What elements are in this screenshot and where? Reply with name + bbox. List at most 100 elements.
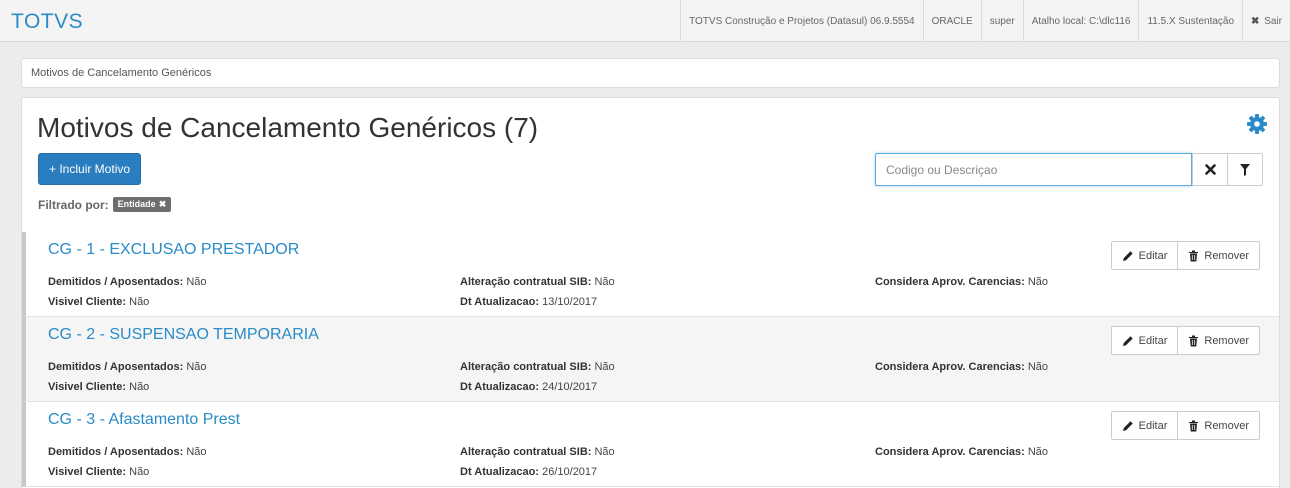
field-considera: Considera Aprov. Carencias: Não [875, 276, 1048, 288]
field-label: Visivel Cliente: [48, 466, 127, 478]
record-actions: Editar Remover [1110, 411, 1260, 440]
field-value: Não [186, 276, 207, 288]
field-value: Não [129, 296, 150, 308]
field-label: Demitidos / Aposentados: [48, 276, 184, 288]
field-label: Demitidos / Aposentados: [48, 446, 184, 458]
field-value: 26/10/2017 [542, 466, 598, 478]
breadcrumb: Motivos de Cancelamento Genéricos [21, 58, 1280, 88]
version-info[interactable]: 11.5.X Sustentação [1138, 0, 1242, 42]
remove-label: Remover [1204, 334, 1249, 347]
edit-label: Editar [1138, 334, 1168, 347]
field-value: 24/10/2017 [542, 381, 598, 393]
filter-icon [1240, 163, 1250, 176]
record-title[interactable]: CG - 3 - Afastamento Prest [48, 411, 240, 429]
remove-label: Remover [1204, 249, 1249, 262]
field-label: Considera Aprov. Carencias: [875, 276, 1025, 288]
filter-tag-label: Entidade [117, 199, 156, 209]
field-considera: Considera Aprov. Carencias: Não [875, 361, 1048, 373]
pencil-icon [1122, 335, 1133, 346]
field-value: Não [186, 446, 207, 458]
remove-filter-icon[interactable]: ✖ [159, 199, 167, 209]
brand-logo[interactable]: TOTVS [11, 10, 83, 34]
field-value: Não [186, 361, 207, 373]
field-dt-atualizacao: Dt Atualizacao: 24/10/2017 [460, 381, 597, 393]
edit-button[interactable]: Editar [1110, 241, 1179, 270]
field-value: Não [594, 276, 615, 288]
page-title: Motivos de Cancelamento Genéricos (7) [37, 112, 539, 143]
user-info[interactable]: super [980, 0, 1023, 42]
main-panel: Motivos de Cancelamento Genéricos (7) + … [21, 97, 1280, 488]
field-visivel: Visivel Cliente: Não [48, 466, 149, 478]
clear-search-button[interactable] [1192, 153, 1228, 186]
field-value: Não [1027, 446, 1049, 458]
field-label: Alteração contratual SIB: [460, 446, 592, 458]
field-value: 13/10/2017 [542, 296, 598, 308]
field-label: Considera Aprov. Carencias: [875, 446, 1025, 458]
company-info[interactable]: TOTVS Construção e Projetos (Datasul) 06… [680, 0, 922, 42]
database-info[interactable]: ORACLE [922, 0, 981, 42]
edit-label: Editar [1138, 419, 1168, 432]
add-reason-button[interactable]: + Incluir Motivo [38, 153, 142, 185]
field-value: Não [1027, 361, 1049, 373]
field-alteracao: Alteração contratual SIB: Não [460, 361, 615, 373]
list-item: CG - 3 - Afastamento Prest Demitidos / A… [22, 402, 1279, 487]
field-label: Visivel Cliente: [48, 296, 127, 308]
field-dt-atualizacao: Dt Atualizacao: 26/10/2017 [460, 466, 597, 478]
pencil-icon [1122, 420, 1133, 431]
trash-icon [1189, 335, 1199, 346]
field-value: Não [129, 466, 150, 478]
filter-label: Filtrado por: [38, 197, 109, 212]
logout-label: Sair [1264, 16, 1282, 27]
record-actions: Editar Remover [1110, 326, 1260, 355]
records-list: CG - 1 - EXCLUSAO PRESTADOR Demitidos / … [22, 232, 1279, 487]
field-alteracao: Alteração contratual SIB: Não [460, 276, 615, 288]
close-icon: ✖ [1251, 16, 1260, 27]
field-demitidos: Demitidos / Aposentados: Não [48, 276, 207, 288]
field-value: Não [1027, 276, 1049, 288]
active-filters: Filtrado por: Entidade ✖ [38, 197, 172, 212]
field-value: Não [129, 381, 150, 393]
trash-icon [1189, 250, 1199, 261]
list-item: CG - 2 - SUSPENSAO TEMPORARIA Demitidos … [22, 317, 1279, 402]
remove-button[interactable]: Remover [1178, 411, 1260, 440]
local-shortcut-info[interactable]: Atalho local: C:\dlc116 [1022, 0, 1139, 42]
field-considera: Considera Aprov. Carencias: Não [875, 446, 1048, 458]
pencil-icon [1122, 250, 1133, 261]
field-label: Alteração contratual SIB: [460, 276, 592, 288]
remove-button[interactable]: Remover [1178, 241, 1260, 270]
breadcrumb-item[interactable]: Motivos de Cancelamento Genéricos [31, 67, 211, 79]
edit-label: Editar [1138, 249, 1168, 262]
field-label: Dt Atualizacao: [460, 466, 540, 478]
field-label: Visivel Cliente: [48, 381, 127, 393]
top-navbar: TOTVS TOTVS Construção e Projetos (Datas… [0, 0, 1290, 42]
field-label: Considera Aprov. Carencias: [875, 361, 1025, 373]
filter-button[interactable] [1227, 153, 1263, 186]
logout-button[interactable]: ✖ Sair [1242, 0, 1290, 42]
field-alteracao: Alteração contratual SIB: Não [460, 446, 615, 458]
field-label: Demitidos / Aposentados: [48, 361, 184, 373]
field-label: Alteração contratual SIB: [460, 361, 592, 373]
field-visivel: Visivel Cliente: Não [48, 296, 149, 308]
edit-button[interactable]: Editar [1110, 411, 1179, 440]
search-input[interactable] [875, 153, 1192, 186]
remove-label: Remover [1204, 419, 1249, 432]
top-navbar-items: TOTVS Construção e Projetos (Datasul) 06… [680, 0, 1290, 42]
field-visivel: Visivel Cliente: Não [48, 381, 149, 393]
field-label: Dt Atualizacao: [460, 296, 540, 308]
close-icon [1204, 164, 1216, 175]
field-demitidos: Demitidos / Aposentados: Não [48, 446, 207, 458]
record-actions: Editar Remover [1110, 241, 1260, 270]
edit-button[interactable]: Editar [1110, 326, 1179, 355]
field-label: Dt Atualizacao: [460, 381, 540, 393]
field-demitidos: Demitidos / Aposentados: Não [48, 361, 207, 373]
record-title[interactable]: CG - 2 - SUSPENSAO TEMPORARIA [48, 326, 319, 344]
field-value: Não [594, 361, 615, 373]
gear-icon[interactable] [1247, 114, 1267, 134]
remove-button[interactable]: Remover [1178, 326, 1260, 355]
field-dt-atualizacao: Dt Atualizacao: 13/10/2017 [460, 296, 597, 308]
list-item: CG - 1 - EXCLUSAO PRESTADOR Demitidos / … [22, 232, 1279, 317]
record-title[interactable]: CG - 1 - EXCLUSAO PRESTADOR [48, 241, 299, 259]
field-value: Não [594, 446, 615, 458]
trash-icon [1189, 420, 1199, 431]
filter-tag-entity[interactable]: Entidade ✖ [112, 197, 172, 212]
